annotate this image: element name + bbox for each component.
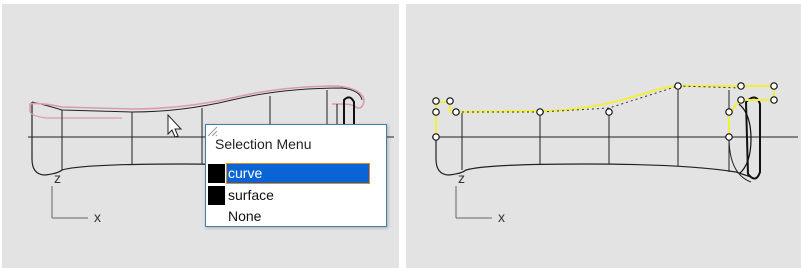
x-axis-label: x	[498, 209, 505, 225]
menu-item-label: None	[228, 208, 262, 224]
menu-item-none[interactable]: None	[208, 206, 370, 227]
left-viewport[interactable]: z x Selection Menu curve surface None	[2, 4, 399, 268]
menu-item-curve[interactable]: curve	[208, 163, 370, 184]
mouse-cursor-icon	[167, 113, 183, 138]
curve-color-swatch	[208, 164, 225, 183]
screenshot-stage: z x Selection Menu curve surface None z …	[0, 0, 801, 268]
right-viewport[interactable]: z x	[406, 4, 801, 268]
z-axis-label: z	[54, 170, 61, 186]
menu-item-label: curve	[228, 165, 263, 181]
menu-item-label: surface	[228, 187, 274, 203]
menu-item-surface[interactable]: surface	[208, 185, 370, 206]
selection-menu-title: Selection Menu	[215, 136, 312, 152]
z-axis-label: z	[458, 170, 465, 186]
surface-color-swatch	[208, 186, 225, 205]
resize-grip-icon[interactable]	[206, 125, 218, 137]
x-axis-label: x	[94, 209, 101, 225]
right-model-drawing	[432, 82, 798, 219]
selection-menu[interactable]: Selection Menu curve surface None	[205, 124, 387, 227]
